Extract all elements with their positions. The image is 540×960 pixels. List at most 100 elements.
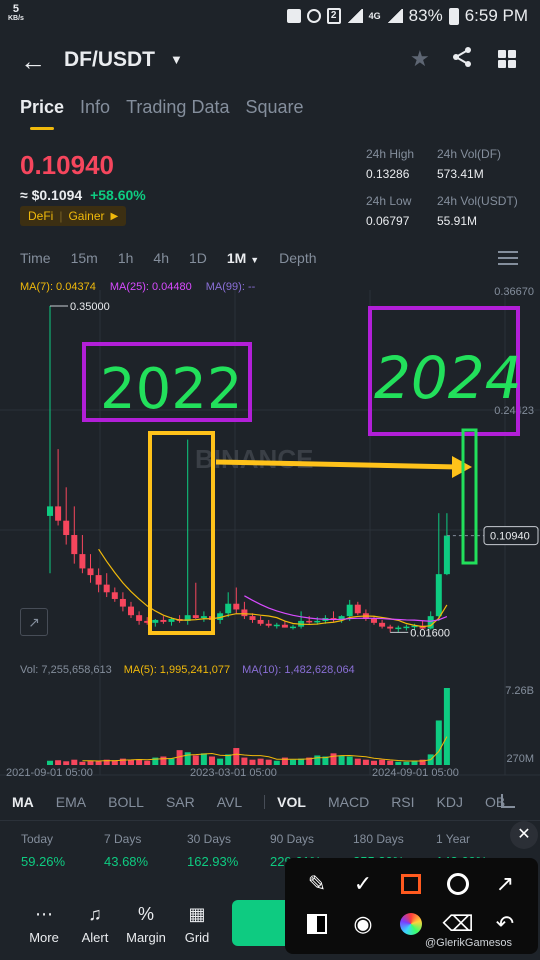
- volume-max-tick: 7.26B: [505, 685, 534, 697]
- ind-vol[interactable]: VOL: [277, 794, 306, 810]
- ind-ema[interactable]: EMA: [56, 794, 86, 810]
- nav-margin[interactable]: % Margin: [121, 904, 171, 945]
- pen-icon[interactable]: ✎: [303, 870, 331, 898]
- volume-bar: [330, 753, 337, 765]
- perf-value: 43.68%: [104, 854, 149, 869]
- ind-kdj[interactable]: KDJ: [437, 794, 463, 810]
- volume-bar: [281, 757, 288, 765]
- candle-body: [79, 554, 86, 569]
- candle-body: [273, 624, 280, 627]
- volume-bar: [192, 755, 199, 765]
- y-tick-label: 0.36670: [494, 286, 534, 298]
- candle-body: [136, 615, 143, 621]
- more-icon: ⋯: [35, 904, 53, 924]
- ind-boll[interactable]: BOLL: [108, 794, 144, 810]
- nav-more[interactable]: ⋯ More: [19, 904, 69, 945]
- nav-label: More: [29, 930, 59, 945]
- min-price-label: 0.01600: [410, 627, 450, 639]
- candle-body: [47, 506, 53, 516]
- candle-body: [290, 626, 296, 629]
- color-picker-icon[interactable]: [397, 910, 425, 938]
- perf-30d: 30 Days 162.93%: [187, 832, 238, 869]
- perf-label: 180 Days: [353, 832, 404, 846]
- ind-macd[interactable]: MACD: [328, 794, 369, 810]
- volume-bar: [184, 752, 191, 765]
- x-tick-label: 2023-03-01 05:00: [190, 767, 277, 779]
- perf-label: 1 Year: [436, 832, 471, 846]
- nav-grid[interactable]: ▦ Grid: [172, 904, 222, 945]
- candle-body: [192, 615, 199, 619]
- volume-bar: [200, 753, 207, 765]
- candle-body: [249, 616, 256, 620]
- candle-body: [87, 568, 94, 576]
- perf-label: 7 Days: [104, 832, 142, 846]
- indicator-settings-icon[interactable]: [501, 794, 515, 808]
- candle-body: [119, 598, 126, 607]
- volume-bar: [249, 759, 256, 765]
- candle-body: [403, 626, 410, 629]
- volume-bar: [217, 758, 224, 765]
- candle-body: [160, 619, 167, 622]
- volume-ma10-label: MA(10): 1,482,628,064: [242, 664, 355, 676]
- candle-body: [435, 574, 442, 617]
- candle-body: [281, 624, 288, 628]
- volume-legend: Vol: 7,255,658,613 MA(5): 1,995,241,077 …: [20, 664, 355, 676]
- volume-bar: [55, 760, 62, 765]
- percent-icon: %: [137, 904, 154, 924]
- volume-bar: [403, 761, 410, 765]
- circle-icon[interactable]: [444, 870, 472, 898]
- candle-body: [55, 506, 62, 521]
- perf-7d: 7 Days 43.68%: [104, 832, 148, 869]
- candle-body: [371, 619, 377, 623]
- candle-body: [111, 592, 118, 599]
- highlighter-icon[interactable]: ✓: [349, 870, 377, 898]
- volume-bar: [443, 688, 450, 765]
- x-tick-label: 2021-09-01 05:00: [6, 767, 93, 779]
- perf-label: Today: [21, 832, 54, 846]
- ind-ma[interactable]: MA: [12, 794, 34, 810]
- candle-body: [168, 619, 175, 622]
- volume-bar: [387, 760, 394, 765]
- annotation-green-box: [461, 428, 478, 565]
- candle-body: [314, 620, 321, 623]
- mosaic-icon[interactable]: [303, 910, 331, 938]
- candle-body: [395, 627, 402, 630]
- volume-bar: [346, 756, 353, 765]
- close-icon[interactable]: ✕: [510, 821, 538, 849]
- candle-body: [152, 619, 159, 623]
- rectangle-icon[interactable]: [397, 870, 425, 898]
- perf-value: 59.26%: [21, 854, 66, 869]
- volume-bars: [47, 688, 450, 765]
- candle-body: [233, 603, 240, 610]
- nav-label: Alert: [81, 930, 109, 945]
- indicator-bar: MA EMA BOLL SAR AVL VOL MACD RSI KDJ OB: [0, 790, 540, 814]
- bell-icon: ♫: [88, 904, 102, 924]
- volume-bar: [87, 760, 94, 765]
- ind-sar[interactable]: SAR: [166, 794, 195, 810]
- candle-body: [241, 609, 248, 617]
- volume-bar: [314, 755, 321, 765]
- volume-ma-line: [82, 736, 448, 762]
- candle-body: [354, 604, 361, 614]
- camera-icon[interactable]: ◉: [349, 910, 377, 938]
- volume-bar: [362, 759, 369, 765]
- volume-bar: [395, 761, 402, 765]
- annotation-text-2022: 2022: [100, 357, 243, 422]
- volume-bar: [257, 758, 264, 765]
- volume-min-tick: 270M: [506, 753, 534, 765]
- ind-avl[interactable]: AVL: [217, 794, 242, 810]
- undo-icon[interactable]: ↶: [491, 910, 519, 938]
- divider: [0, 820, 540, 821]
- expand-icon[interactable]: ↗: [20, 608, 48, 636]
- nav-alert[interactable]: ♫ Alert: [70, 904, 120, 945]
- volume-bar: [233, 748, 240, 765]
- ind-rsi[interactable]: RSI: [391, 794, 414, 810]
- volume-bar: [338, 755, 345, 765]
- perf-today: Today 59.26%: [21, 832, 65, 869]
- arrow-icon[interactable]: ↗: [491, 870, 519, 898]
- volume-label: Vol: 7,255,658,613: [20, 664, 112, 676]
- candle-body: [225, 603, 232, 614]
- volume-bar: [265, 759, 272, 765]
- eraser-icon[interactable]: ⌫: [442, 910, 473, 938]
- candle-body: [387, 626, 394, 629]
